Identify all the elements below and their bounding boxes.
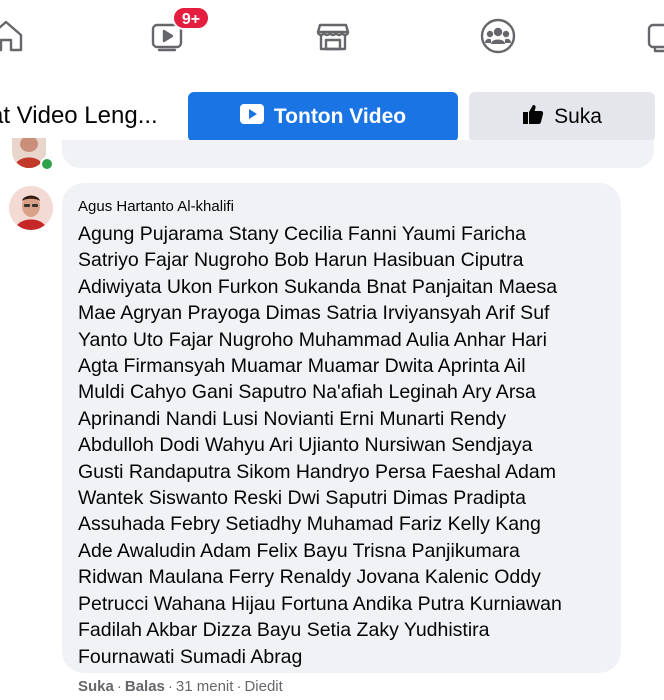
- comment-text: Agung Pujarama Stany Cecilia Fanni Yaumi…: [78, 221, 605, 670]
- comment-line: Agung Pujarama Stany Cecilia Fanni Yaumi…: [78, 223, 527, 245]
- comment-line: Satriyo Fajar Nugroho Bob Harun Hasibuan…: [78, 249, 524, 272]
- groups-icon[interactable]: [476, 14, 520, 58]
- video-title: at Video Leng...: [0, 102, 158, 129]
- separator: ·: [236, 678, 242, 695]
- comment-timestamp[interactable]: 31 menit: [176, 678, 234, 695]
- top-navigation-bar: 9+: [0, 0, 664, 75]
- notification-badge: 9+: [172, 6, 210, 30]
- comment-line: Wantek Siswanto Reski Dwi Saputri Dimas …: [78, 487, 526, 510]
- comment-line: Yanto Uto Fajar Nugroho Muhammad Aulia A…: [78, 328, 547, 351]
- comment-line: Petrucci Wahana Hijau Fortuna Andika Put…: [78, 592, 562, 615]
- separator: ·: [167, 678, 173, 695]
- thumbs-up-icon: [522, 103, 544, 131]
- like-page-label: Suka: [554, 105, 602, 128]
- watch-video-label: Tonton Video: [273, 105, 407, 128]
- comment-actions: Suka · Balas · 31 menit · Diedit: [78, 678, 283, 695]
- comment-line: Assuhada Febry Setiadhy Muhamad Fariz Ke…: [78, 513, 541, 536]
- commenter-avatar[interactable]: [9, 186, 53, 230]
- online-status-indicator: [40, 157, 54, 171]
- separator: ·: [116, 678, 122, 695]
- marketplace-icon[interactable]: [311, 14, 355, 58]
- comment-line: Gusti Randaputra Sikom Handryo Persa Fae…: [78, 460, 556, 483]
- comment-line: Fadilah Akbar Dizza Bayu Setia Zaky Yudh…: [78, 619, 490, 642]
- comment-line: Fournawati Sumadi Abrag: [78, 645, 303, 668]
- home-icon[interactable]: [0, 14, 28, 58]
- comment-line: Aprinandi Nandi Lusi Novianti Erni Munar…: [78, 407, 507, 430]
- comment-line: Agta Firmansyah Muamar Muamar Dwita Apri…: [78, 355, 526, 378]
- comment-reply-link[interactable]: Balas: [125, 678, 165, 695]
- comment-author-name[interactable]: Agus Hartanto Al-khalifi: [78, 197, 605, 217]
- like-page-button[interactable]: Suka: [469, 92, 655, 142]
- edited-label: Diedit: [244, 678, 283, 695]
- comment-line: Mae Agryan Prayoga Dimas Satria Irviyans…: [78, 302, 550, 325]
- comment-line: Ridwan Maulana Ferry Renaldy Jovana Kale…: [78, 566, 541, 589]
- previous-comment-bubble: [62, 140, 654, 168]
- gaming-icon[interactable]: [640, 14, 664, 58]
- comment-line: Adiwiyata Ukon Furkon Sukanda Bnat Panja…: [78, 275, 558, 298]
- comment-like-link[interactable]: Suka: [78, 678, 114, 695]
- comment-bubble: Agus Hartanto Al-khalifi Agung Pujarama …: [62, 183, 621, 673]
- comment-line: Muldi Cahyo Gani Saputro Na'afiah Legina…: [78, 381, 536, 404]
- comment-line: Abdulloh Dodi Wahyu Ari Ujianto Nursiwan…: [78, 434, 533, 457]
- play-icon: [239, 104, 264, 130]
- watch-video-button[interactable]: Tonton Video: [188, 92, 458, 142]
- comment-line: Ade Awaludin Adam Felix Bayu Trisna Panj…: [78, 539, 520, 562]
